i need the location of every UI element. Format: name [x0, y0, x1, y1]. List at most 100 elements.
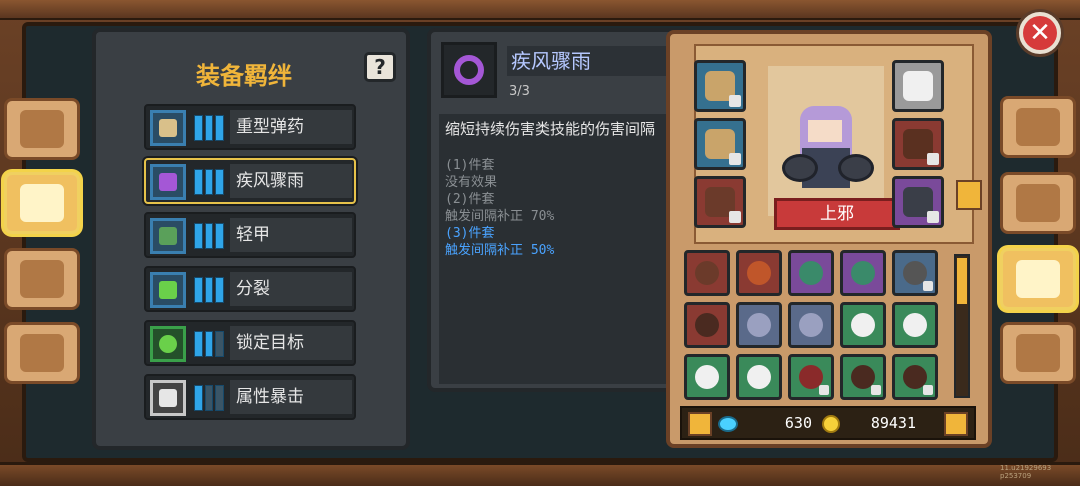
version-label: 11.u21929693 p253709: [1000, 464, 1052, 480]
tab-pets[interactable]: [4, 248, 80, 310]
bond-level-bars: [194, 115, 225, 141]
lock-icon: [819, 385, 829, 395]
equip-slot-boots[interactable]: [694, 176, 746, 228]
bond-label: 分裂: [230, 272, 352, 306]
lock-icon: [923, 385, 933, 395]
bond-row-light-armor[interactable]: 轻甲: [144, 212, 356, 258]
character-name-banner: 上邪: [774, 198, 900, 230]
tier-line: 没有效果: [445, 175, 498, 190]
bond-detail-panel: 疾风骤雨 3/3 缩短持续伤害类技能的伤害间隔 (1)件套 没有效果 (2)件套…: [427, 28, 693, 392]
inventory-item[interactable]: [736, 302, 782, 348]
tier-line: (2)件套: [445, 192, 495, 207]
inventory-scrollbar[interactable]: [954, 254, 970, 398]
lock-icon: [927, 153, 939, 165]
lock-icon: [729, 95, 741, 107]
close-button[interactable]: ✕: [1016, 9, 1064, 57]
tab-skills[interactable]: [1000, 248, 1076, 310]
equip-slot-weapon[interactable]: [892, 176, 944, 228]
tab-vehicle[interactable]: [4, 322, 80, 384]
tab-helmet[interactable]: [1000, 96, 1076, 158]
bond-row-split[interactable]: 分裂: [144, 266, 356, 312]
whirlwind-icon: [441, 42, 497, 98]
inventory-item[interactable]: [684, 302, 730, 348]
tab-settings[interactable]: [1000, 322, 1076, 384]
paw-icon: [20, 260, 64, 298]
inventory-item[interactable]: [788, 250, 834, 296]
scroll-thumb[interactable]: [957, 258, 967, 304]
gem-icon: [718, 416, 738, 432]
tab-codex[interactable]: [4, 98, 80, 160]
detail-tier-list: (1)件套 没有效果 (2)件套 触发间隔补正 70% (3)件套 触发间隔补正…: [445, 157, 679, 259]
whirlwind-icon: [150, 164, 186, 200]
inventory-item[interactable]: [892, 250, 938, 296]
help-button[interactable]: ?: [364, 52, 396, 82]
lock-icon: [729, 153, 741, 165]
inventory-item[interactable]: [840, 250, 886, 296]
currency-bar: 630 89431: [680, 406, 976, 440]
equip-slot-ring[interactable]: [694, 60, 746, 112]
gem-count: 630: [784, 414, 812, 432]
tab-weapons[interactable]: [1000, 172, 1076, 234]
inventory-item[interactable]: [788, 354, 834, 400]
bond-row-crit[interactable]: 属性暴击: [144, 374, 356, 420]
frame-bottom: [0, 462, 1080, 486]
gear-icon: [1016, 334, 1060, 372]
detail-body: 缩短持续伤害类技能的伤害间隔 (1)件套 没有效果 (2)件套 触发间隔补正 7…: [439, 114, 685, 384]
tier-line-active: 触发间隔补正 50%: [445, 243, 555, 258]
tier-line-active: (3)件套: [445, 226, 495, 241]
crit-icon: [150, 380, 186, 416]
bonds-title: 装备羁绊: [196, 62, 292, 90]
lock-icon: [871, 385, 881, 395]
lock-icon: [729, 211, 741, 223]
bond-row-heavy-ammo[interactable]: 重型弹药: [144, 104, 356, 150]
helmet-icon: [1016, 108, 1060, 146]
bond-row-lock-target[interactable]: 锁定目标: [144, 320, 356, 366]
info-tag[interactable]: [956, 180, 982, 210]
inventory-item[interactable]: [684, 250, 730, 296]
inventory-item[interactable]: [840, 354, 886, 400]
hero-sprite: [782, 106, 874, 192]
book-icon: [20, 110, 64, 148]
scroll-icon: [20, 184, 64, 222]
sort-button[interactable]: [944, 412, 968, 436]
lock-icon: [927, 211, 939, 223]
lock-icon: [923, 281, 933, 291]
inventory-item[interactable]: [840, 302, 886, 348]
ammo-icon: [150, 110, 186, 146]
inventory-item[interactable]: [684, 354, 730, 400]
sparkle-icon: [1016, 260, 1060, 298]
tier-line: (1)件套: [445, 158, 495, 173]
bond-level-bars: [194, 331, 225, 357]
bond-label: 疾风骤雨: [230, 164, 352, 198]
bond-level-bars: [194, 385, 225, 411]
bond-label: 重型弹药: [230, 110, 352, 144]
frame-top: [0, 0, 1080, 20]
inventory-item[interactable]: [736, 250, 782, 296]
coin-count: 89431: [870, 414, 916, 432]
bond-label: 属性暴击: [230, 380, 352, 414]
steering-wheel-icon: [20, 334, 64, 372]
equip-slot-helmet[interactable]: [892, 60, 944, 112]
inventory-item[interactable]: [892, 354, 938, 400]
character-panel: 上邪 630 89431: [666, 30, 992, 448]
target-icon: [150, 326, 186, 362]
bond-label: 轻甲: [230, 218, 352, 252]
inventory-grid: [684, 250, 954, 400]
equip-slot-armor[interactable]: [892, 118, 944, 170]
bonds-panel: 装备羁绊 ? 重型弹药 疾风骤雨 轻甲 分裂 锁定目标 属性暴击: [92, 28, 410, 450]
inventory-item[interactable]: [892, 302, 938, 348]
detail-title: 疾风骤雨: [507, 46, 679, 76]
tab-bonds[interactable]: [4, 172, 80, 234]
split-icon: [150, 272, 186, 308]
inventory-item[interactable]: [788, 302, 834, 348]
bond-level-bars: [194, 277, 225, 303]
close-icon: ✕: [1023, 16, 1057, 50]
equip-slot-bracelet[interactable]: [694, 118, 746, 170]
tier-line: 触发间隔补正 70%: [445, 209, 555, 224]
inventory-item[interactable]: [736, 354, 782, 400]
bond-row-whirlwind[interactable]: 疾风骤雨: [144, 158, 356, 204]
detail-count: 3/3: [509, 84, 530, 99]
lock-toggle-button[interactable]: [688, 412, 712, 436]
bond-label: 锁定目标: [230, 326, 352, 360]
light-armor-icon: [150, 218, 186, 254]
